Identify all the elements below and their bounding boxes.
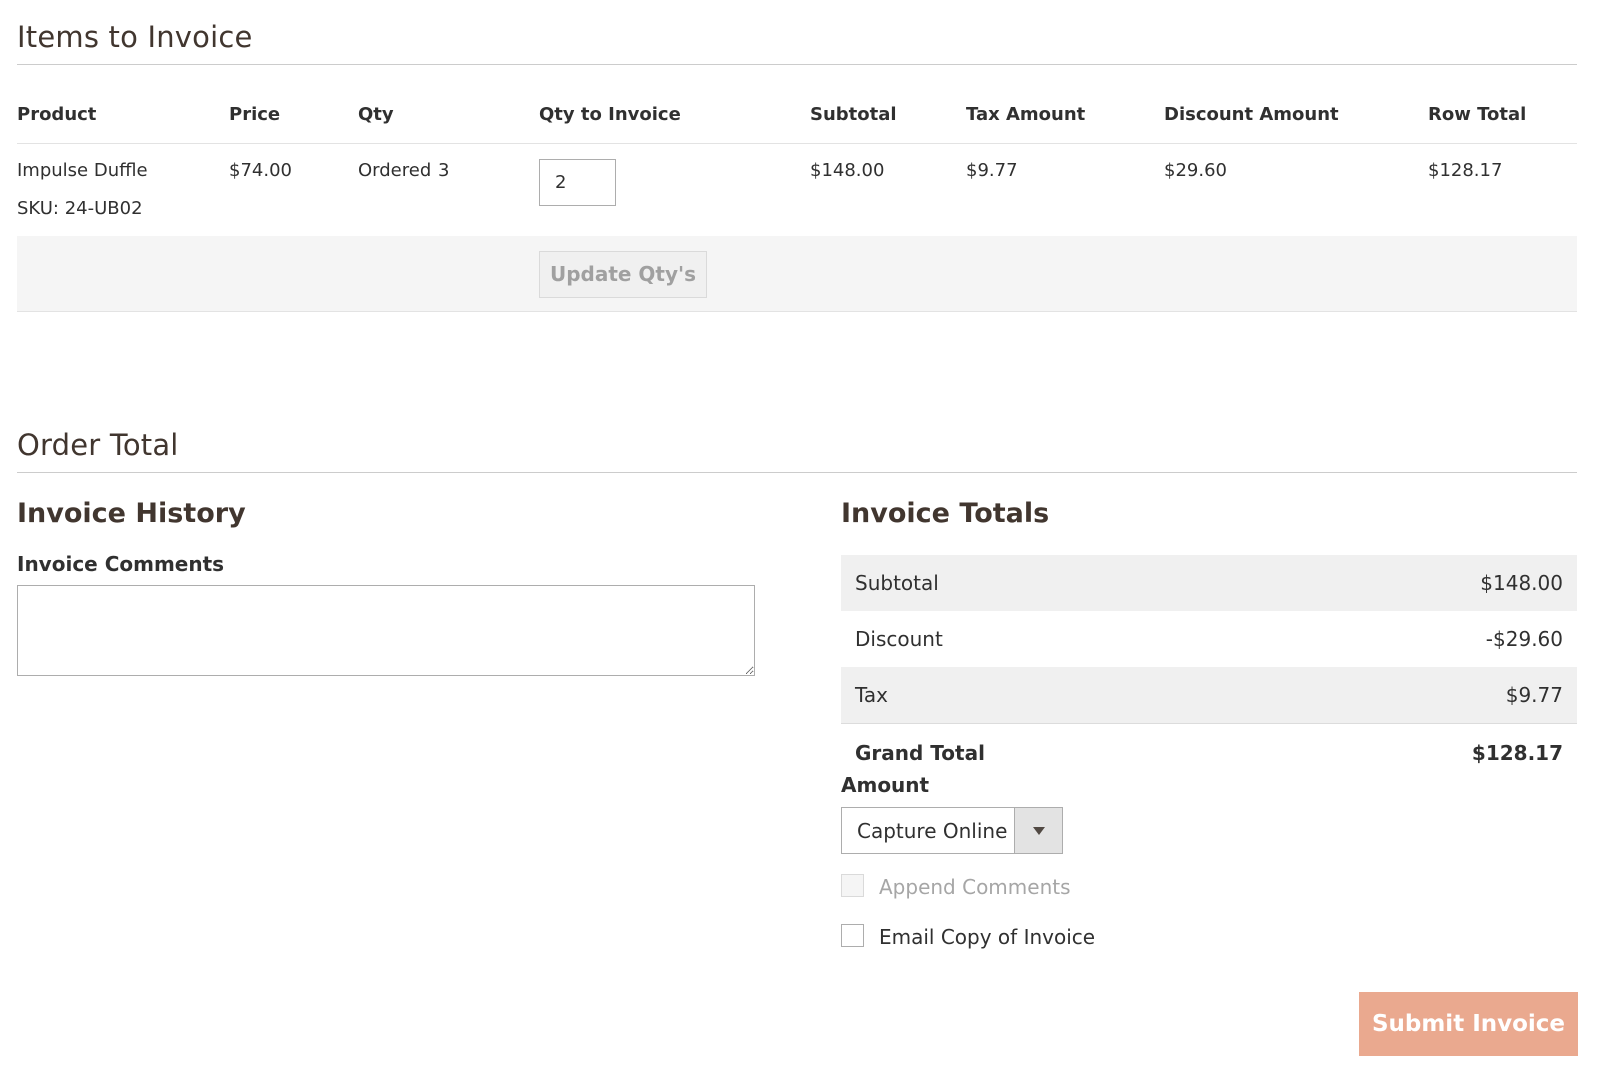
dropdown-toggle[interactable] (1014, 808, 1062, 853)
column-header-row-total: Row Total (1428, 104, 1527, 125)
items-to-invoice-title: Items to Invoice (17, 20, 253, 54)
qty-ordered-value: 3 (438, 160, 450, 181)
column-header-product: Product (17, 104, 97, 125)
append-comments-checkbox[interactable] (841, 874, 864, 897)
column-header-qty: Qty (358, 104, 394, 125)
column-header-subtotal: Subtotal (810, 104, 897, 125)
invoice-comments-label: Invoice Comments (17, 552, 225, 576)
chevron-down-icon (1033, 827, 1045, 835)
invoice-history-title: Invoice History (17, 498, 246, 529)
qty-ordered-label: Ordered (358, 160, 432, 181)
amount-select[interactable]: Capture Online (841, 807, 1063, 854)
totals-row-subtotal: Subtotal $148.00 (841, 555, 1577, 611)
column-header-qty-to-invoice: Qty to Invoice (539, 104, 681, 125)
invoice-totals-title: Invoice Totals (841, 498, 1050, 529)
totals-row-discount: Discount -$29.60 (841, 611, 1577, 667)
submit-invoice-button[interactable]: Submit Invoice (1359, 992, 1578, 1056)
email-copy-label: Email Copy of Invoice (879, 925, 1096, 949)
column-header-tax-amount: Tax Amount (966, 104, 1086, 125)
amount-select-value: Capture Online (857, 819, 1008, 843)
totals-value: $9.77 (1505, 683, 1563, 707)
amount-label: Amount (841, 773, 930, 797)
totals-value: $148.00 (1480, 571, 1563, 595)
qty-to-invoice-input[interactable] (539, 159, 616, 206)
product-name: Impulse Duffle (17, 160, 148, 181)
section-divider (17, 64, 1577, 65)
order-total-title: Order Total (17, 428, 179, 462)
update-qty-bar (17, 236, 1577, 312)
totals-divider (841, 723, 1577, 724)
totals-label: Discount (855, 627, 943, 651)
row-tax-amount: $9.77 (966, 160, 1018, 181)
invoice-comments-textarea[interactable] (17, 585, 755, 676)
product-price: $74.00 (229, 160, 292, 181)
totals-value: -$29.60 (1485, 627, 1563, 651)
header-divider (17, 143, 1577, 144)
row-discount-amount: $29.60 (1164, 160, 1227, 181)
product-sku: SKU: 24-UB02 (17, 198, 143, 219)
totals-label: Subtotal (855, 571, 939, 595)
grand-total-value: $128.17 (1471, 741, 1563, 765)
email-copy-checkbox[interactable] (841, 924, 864, 947)
totals-row-tax: Tax $9.77 (841, 667, 1577, 723)
totals-label: Tax (855, 683, 888, 707)
row-subtotal: $148.00 (810, 160, 885, 181)
grand-total-label: Grand Total (855, 741, 985, 765)
row-total: $128.17 (1428, 160, 1503, 181)
column-header-discount-amount: Discount Amount (1164, 104, 1339, 125)
totals-row-grand-total: Grand Total $128.17 (841, 725, 1577, 781)
column-header-price: Price (229, 104, 281, 125)
update-qtys-button[interactable]: Update Qty's (539, 251, 707, 298)
section-divider (17, 472, 1577, 473)
append-comments-label: Append Comments (879, 875, 1071, 899)
